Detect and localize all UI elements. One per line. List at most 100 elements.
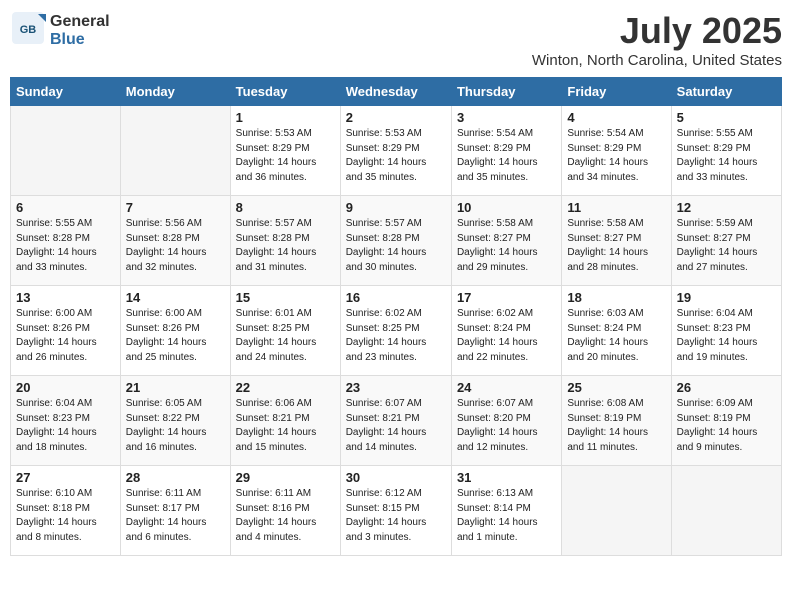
day-info: Sunrise: 5:56 AM Sunset: 8:28 PM Dayligh… bbox=[126, 217, 225, 275]
calendar-cell: 18Sunrise: 6:03 AM Sunset: 8:24 PM Dayli… bbox=[562, 286, 671, 376]
calendar-cell: 11 Sunrise: 5:58 AM Sunset: 8:27 PM Dayli… bbox=[562, 196, 671, 286]
location-title: Winton, North Carolina, United States bbox=[532, 52, 782, 69]
day-number: 8 bbox=[236, 200, 335, 215]
calendar-cell bbox=[671, 466, 781, 556]
day-number: 7 bbox=[126, 200, 225, 215]
day-info: Sunrise: 6:11 AM Sunset: 8:16 PM Dayligh… bbox=[236, 487, 335, 545]
day-number: 1 bbox=[236, 110, 335, 125]
day-info: Sunrise: 5:55 AM Sunset: 8:29 PM Dayligh… bbox=[677, 127, 776, 185]
day-number: 14 bbox=[126, 290, 225, 305]
calendar-cell: 25Sunrise: 6:08 AM Sunset: 8:19 PM Dayli… bbox=[562, 376, 671, 466]
calendar-cell: 2 Sunrise: 5:53 AM Sunset: 8:29 PM Daylig… bbox=[340, 106, 451, 196]
calendar-cell: 21Sunrise: 6:05 AM Sunset: 8:22 PM Dayli… bbox=[120, 376, 230, 466]
calendar-cell: 10 Sunrise: 5:58 AM Sunset: 8:27 PM Dayli… bbox=[451, 196, 561, 286]
day-info: Sunrise: 6:04 AM Sunset: 8:23 PM Dayligh… bbox=[16, 397, 115, 455]
week-row-5: 27 Sunrise: 6:10 AM Sunset: 8:18 PM Dayli… bbox=[11, 466, 782, 556]
day-number: 4 bbox=[567, 110, 665, 125]
weekday-header-row: SundayMondayTuesdayWednesdayThursdayFrid… bbox=[11, 78, 782, 106]
weekday-thursday: Thursday bbox=[451, 78, 561, 106]
day-number: 25 bbox=[567, 380, 665, 395]
calendar-cell: 17 Sunrise: 6:02 AM Sunset: 8:24 PM Dayli… bbox=[451, 286, 561, 376]
calendar-cell: 8 Sunrise: 5:57 AM Sunset: 8:28 PM Daylig… bbox=[230, 196, 340, 286]
calendar-cell: 15Sunrise: 6:01 AM Sunset: 8:25 PM Dayli… bbox=[230, 286, 340, 376]
day-info: Sunrise: 6:06 AM Sunset: 8:21 PM Dayligh… bbox=[236, 397, 335, 455]
day-number: 31 bbox=[457, 470, 556, 485]
weekday-monday: Monday bbox=[120, 78, 230, 106]
day-number: 20 bbox=[16, 380, 115, 395]
day-info: Sunrise: 6:00 AM Sunset: 8:26 PM Dayligh… bbox=[126, 307, 225, 365]
calendar-cell: 23 Sunrise: 6:07 AM Sunset: 8:21 PM Dayli… bbox=[340, 376, 451, 466]
calendar-cell: 20 Sunrise: 6:04 AM Sunset: 8:23 PM Dayli… bbox=[11, 376, 121, 466]
day-info: Sunrise: 5:57 AM Sunset: 8:28 PM Dayligh… bbox=[236, 217, 335, 275]
day-info: Sunrise: 5:53 AM Sunset: 8:29 PM Dayligh… bbox=[236, 127, 335, 185]
calendar-cell: 13 Sunrise: 6:00 AM Sunset: 8:26 PM Dayli… bbox=[11, 286, 121, 376]
calendar-body: 1 Sunrise: 5:53 AM Sunset: 8:29 PM Daylig… bbox=[11, 106, 782, 556]
calendar-cell: 7 Sunrise: 5:56 AM Sunset: 8:28 PM Daylig… bbox=[120, 196, 230, 286]
week-row-3: 13 Sunrise: 6:00 AM Sunset: 8:26 PM Dayli… bbox=[11, 286, 782, 376]
day-number: 27 bbox=[16, 470, 115, 485]
day-info: Sunrise: 6:07 AM Sunset: 8:20 PM Dayligh… bbox=[457, 397, 556, 455]
day-info: Sunrise: 6:07 AM Sunset: 8:21 PM Dayligh… bbox=[346, 397, 446, 455]
day-number: 19 bbox=[677, 290, 776, 305]
day-info: Sunrise: 5:55 AM Sunset: 8:28 PM Dayligh… bbox=[16, 217, 115, 275]
day-number: 26 bbox=[677, 380, 776, 395]
day-info: Sunrise: 6:10 AM Sunset: 8:18 PM Dayligh… bbox=[16, 487, 115, 545]
week-row-4: 20 Sunrise: 6:04 AM Sunset: 8:23 PM Dayli… bbox=[11, 376, 782, 466]
day-number: 30 bbox=[346, 470, 446, 485]
logo-general-text: General bbox=[50, 13, 110, 30]
calendar-cell: 16 Sunrise: 6:02 AM Sunset: 8:25 PM Dayli… bbox=[340, 286, 451, 376]
calendar-cell: 3 Sunrise: 5:54 AM Sunset: 8:29 PM Daylig… bbox=[451, 106, 561, 196]
day-number: 12 bbox=[677, 200, 776, 215]
calendar-table: SundayMondayTuesdayWednesdayThursdayFrid… bbox=[10, 77, 782, 556]
day-info: Sunrise: 5:54 AM Sunset: 8:29 PM Dayligh… bbox=[457, 127, 556, 185]
day-number: 17 bbox=[457, 290, 556, 305]
calendar-cell: 5 Sunrise: 5:55 AM Sunset: 8:29 PM Daylig… bbox=[671, 106, 781, 196]
title-block: July 2025 Winton, North Carolina, United… bbox=[532, 10, 782, 69]
day-info: Sunrise: 6:01 AM Sunset: 8:25 PM Dayligh… bbox=[236, 307, 335, 365]
calendar-cell: 12 Sunrise: 5:59 AM Sunset: 8:27 PM Dayli… bbox=[671, 196, 781, 286]
day-number: 5 bbox=[677, 110, 776, 125]
day-info: Sunrise: 5:54 AM Sunset: 8:29 PM Dayligh… bbox=[567, 127, 665, 185]
calendar-cell: 24Sunrise: 6:07 AM Sunset: 8:20 PM Dayli… bbox=[451, 376, 561, 466]
day-info: Sunrise: 6:00 AM Sunset: 8:26 PM Dayligh… bbox=[16, 307, 115, 365]
calendar-cell: 6Sunrise: 5:55 AM Sunset: 8:28 PM Daylig… bbox=[11, 196, 121, 286]
day-info: Sunrise: 6:04 AM Sunset: 8:23 PM Dayligh… bbox=[677, 307, 776, 365]
weekday-saturday: Saturday bbox=[671, 78, 781, 106]
day-number: 16 bbox=[346, 290, 446, 305]
calendar-cell bbox=[11, 106, 121, 196]
logo-icon: GB bbox=[10, 10, 46, 51]
day-info: Sunrise: 5:57 AM Sunset: 8:28 PM Dayligh… bbox=[346, 217, 446, 275]
day-info: Sunrise: 6:12 AM Sunset: 8:15 PM Dayligh… bbox=[346, 487, 446, 545]
calendar-cell bbox=[562, 466, 671, 556]
day-info: Sunrise: 6:13 AM Sunset: 8:14 PM Dayligh… bbox=[457, 487, 556, 545]
day-number: 10 bbox=[457, 200, 556, 215]
day-number: 3 bbox=[457, 110, 556, 125]
calendar-cell: 9 Sunrise: 5:57 AM Sunset: 8:28 PM Daylig… bbox=[340, 196, 451, 286]
weekday-sunday: Sunday bbox=[11, 78, 121, 106]
day-info: Sunrise: 6:09 AM Sunset: 8:19 PM Dayligh… bbox=[677, 397, 776, 455]
day-info: Sunrise: 6:03 AM Sunset: 8:24 PM Dayligh… bbox=[567, 307, 665, 365]
day-number: 9 bbox=[346, 200, 446, 215]
calendar-cell: 28Sunrise: 6:11 AM Sunset: 8:17 PM Dayli… bbox=[120, 466, 230, 556]
day-info: Sunrise: 6:02 AM Sunset: 8:25 PM Dayligh… bbox=[346, 307, 446, 365]
day-info: Sunrise: 5:53 AM Sunset: 8:29 PM Dayligh… bbox=[346, 127, 446, 185]
calendar-cell: 19 Sunrise: 6:04 AM Sunset: 8:23 PM Dayli… bbox=[671, 286, 781, 376]
calendar-cell bbox=[120, 106, 230, 196]
calendar-cell: 22 Sunrise: 6:06 AM Sunset: 8:21 PM Dayli… bbox=[230, 376, 340, 466]
day-info: Sunrise: 5:58 AM Sunset: 8:27 PM Dayligh… bbox=[457, 217, 556, 275]
day-number: 23 bbox=[346, 380, 446, 395]
day-number: 13 bbox=[16, 290, 115, 305]
week-row-2: 6Sunrise: 5:55 AM Sunset: 8:28 PM Daylig… bbox=[11, 196, 782, 286]
calendar-cell: 27 Sunrise: 6:10 AM Sunset: 8:18 PM Dayli… bbox=[11, 466, 121, 556]
day-number: 22 bbox=[236, 380, 335, 395]
day-number: 28 bbox=[126, 470, 225, 485]
calendar-cell: 1 Sunrise: 5:53 AM Sunset: 8:29 PM Daylig… bbox=[230, 106, 340, 196]
month-title: July 2025 bbox=[532, 10, 782, 52]
day-number: 11 bbox=[567, 200, 665, 215]
calendar-cell: 31 Sunrise: 6:13 AM Sunset: 8:14 PM Dayli… bbox=[451, 466, 561, 556]
day-number: 2 bbox=[346, 110, 446, 125]
calendar-cell: 29Sunrise: 6:11 AM Sunset: 8:16 PM Dayli… bbox=[230, 466, 340, 556]
day-info: Sunrise: 5:58 AM Sunset: 8:27 PM Dayligh… bbox=[567, 217, 665, 275]
day-info: Sunrise: 5:59 AM Sunset: 8:27 PM Dayligh… bbox=[677, 217, 776, 275]
day-info: Sunrise: 6:02 AM Sunset: 8:24 PM Dayligh… bbox=[457, 307, 556, 365]
